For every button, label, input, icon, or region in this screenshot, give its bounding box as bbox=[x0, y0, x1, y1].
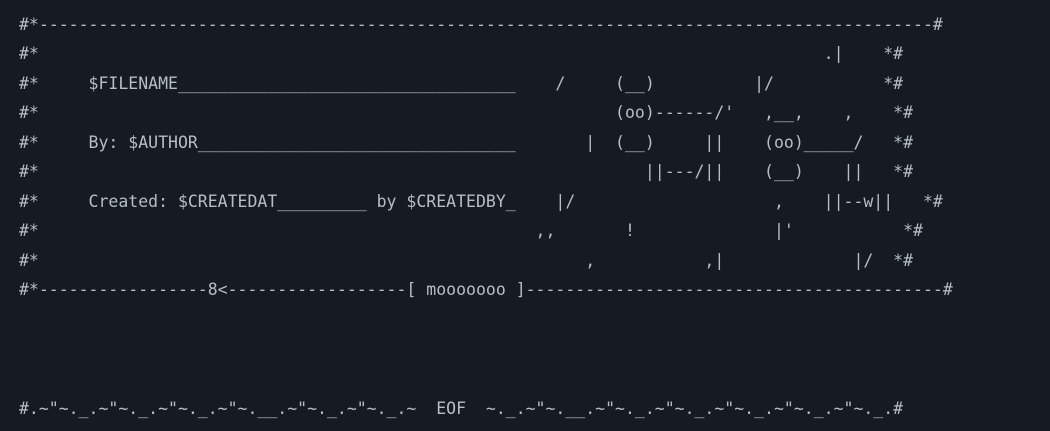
ascii-art-line: #* ,, ! |' *# bbox=[19, 221, 923, 240]
eof-line: #.~"~._.~"~._.~"~._.~"~.__.~"~._.~"~._.~… bbox=[19, 399, 904, 418]
ascii-art-line: #* ||---/|| (__) || *# bbox=[19, 162, 914, 181]
ascii-art-line: #* .| *# bbox=[19, 44, 904, 63]
ascii-art-line: #* , ,| |/ *# bbox=[19, 251, 914, 270]
author-line: #* By: $AUTHOR__________________________… bbox=[19, 133, 914, 152]
created-line: #* Created: $CREATEDAT_________ by $CREA… bbox=[19, 192, 943, 211]
terminal-window: #*--------------------------------------… bbox=[0, 0, 1050, 431]
ascii-art-line: #* (oo)------/' ,__, , *# bbox=[19, 103, 914, 122]
header-border-line: #*--------------------------------------… bbox=[19, 15, 943, 34]
scissor-border-line: #*-----------------8<------------------[… bbox=[19, 280, 953, 299]
filename-line: #* $FILENAME____________________________… bbox=[19, 74, 904, 93]
